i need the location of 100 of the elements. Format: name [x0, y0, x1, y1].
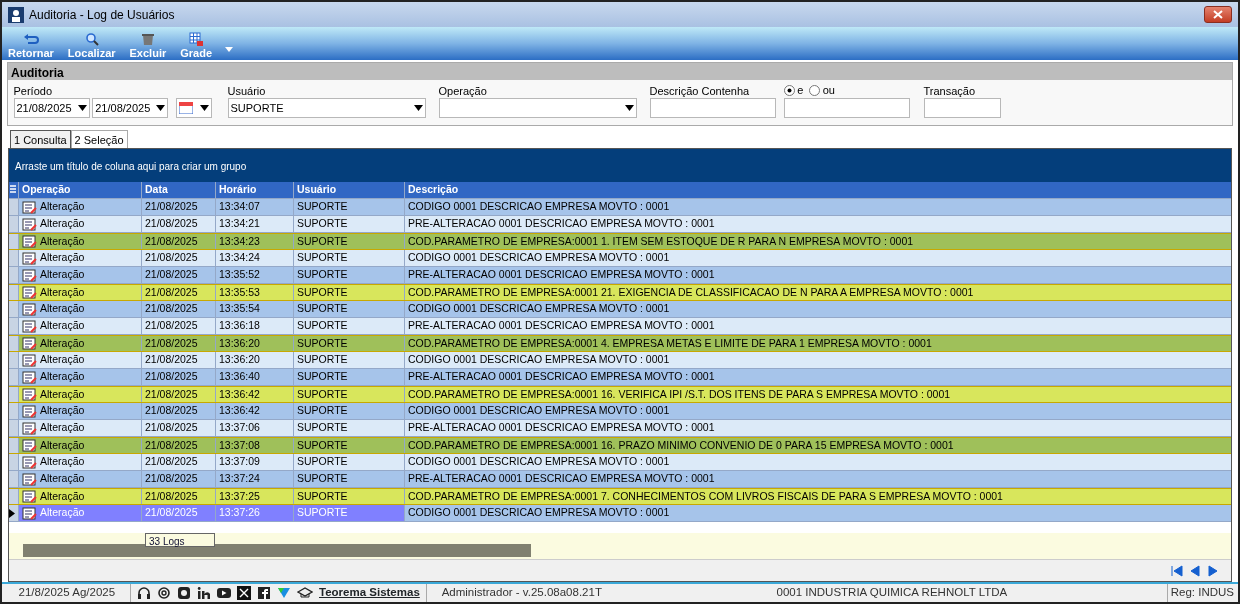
edit-record-icon [22, 286, 37, 299]
table-cell: SUPORTE [294, 285, 405, 300]
table-cell: SUPORTE [294, 403, 405, 419]
operation-dropdown[interactable] [438, 97, 637, 118]
table-cell: 21/08/2025 [142, 369, 216, 385]
table-row[interactable]: Alteração 21/08/2025 13:37:26 SUPORTE CODIGO 0001 DESCRICAO EMPRESA MOVTO : 0001 [9, 505, 1231, 522]
dropdown-arrow-icon [200, 104, 209, 111]
table-row[interactable]: Alteração 21/08/2025 13:35:53 SUPORTE COD.PARAMETRO DE EMPRESA:0001 21. EXIGENCIA DE CLASSIFICACAO DE N PARA A EMPRESA MOVTO : 0001 [9, 284, 1231, 301]
table-cell: 13:37:09 [216, 454, 294, 470]
table-row[interactable]: Alteração 21/08/2025 13:34:21 SUPORTE PRE-ALTERACAO 0001 DESCRICAO EMPRESA MOVTO : 0001 [9, 216, 1231, 233]
table-cell: Alteração [19, 318, 142, 334]
table-row[interactable]: Alteração 21/08/2025 13:35:54 SUPORTE CODIGO 0001 DESCRICAO EMPRESA MOVTO : 0001 [9, 301, 1231, 318]
table-cell: Alteração [19, 387, 142, 402]
table-cell-text: COD.PARAMETRO DE EMPRESA:0001 4. EMPRESA METAS E LIMITE DE PARA 1 EMPRESA MOVTO : 0001 [407, 336, 933, 351]
table-cell: Alteração [19, 471, 142, 487]
graduation-cap-icon[interactable] [297, 586, 313, 600]
table-cell-text: CODIGO 0001 DESCRICAO EMPRESA MOVTO : 0001 [407, 250, 671, 266]
table-row[interactable]: Alteração 21/08/2025 13:35:52 SUPORTE PRE-ALTERACAO 0001 DESCRICAO EMPRESA MOVTO : 0001 [9, 267, 1231, 284]
tab[interactable]: 1 Consulta [10, 130, 71, 148]
edit-record-icon [22, 370, 37, 384]
table-row[interactable]: Alteração 21/08/2025 13:36:40 SUPORTE PRE-ALTERACAO 0001 DESCRICAO EMPRESA MOVTO : 0001 [9, 369, 1231, 386]
table-cell: 21/08/2025 [142, 336, 216, 351]
table-row[interactable]: Alteração 21/08/2025 13:37:24 SUPORTE PRE-ALTERACAO 0001 DESCRICAO EMPRESA MOVTO : 0001 [9, 471, 1231, 488]
row-indicator[interactable] [9, 505, 19, 521]
facebook-icon[interactable] [257, 586, 271, 600]
table-cell: 13:37:26 [216, 505, 294, 521]
table-cell: Alteração [19, 438, 142, 453]
previous-record-icon[interactable] [1189, 564, 1201, 577]
table-row[interactable]: Alteração 21/08/2025 13:37:06 SUPORTE PRE-ALTERACAO 0001 DESCRICAO EMPRESA MOVTO : 0001 [9, 420, 1231, 437]
tab[interactable]: 2 Seleção [70, 130, 128, 148]
close-button[interactable] [1204, 6, 1232, 23]
user-dropdown[interactable]: SUPORTE [227, 97, 426, 118]
first-record-icon[interactable] [1171, 564, 1183, 577]
table-row[interactable]: Alteração 21/08/2025 13:37:09 SUPORTE CODIGO 0001 DESCRICAO EMPRESA MOVTO : 0001 [9, 454, 1231, 471]
radio-button[interactable] [808, 84, 820, 96]
date-field[interactable]: 21/08/2025 [13, 97, 90, 118]
description-field[interactable] [649, 97, 776, 118]
search-icon [83, 32, 100, 47]
toolbar-button[interactable]: Excluir [127, 32, 169, 59]
table-cell-text: PRE-ALTERACAO 0001 DESCRICAO EMPRESA MOVTO : 0001 [407, 267, 716, 283]
description-label: Descrição Contenha [649, 83, 751, 98]
table-row[interactable]: Alteração 21/08/2025 13:34:07 SUPORTE CODIGO 0001 DESCRICAO EMPRESA MOVTO : 0001 [9, 199, 1231, 216]
table-row[interactable]: Alteração 21/08/2025 13:34:24 SUPORTE CODIGO 0001 DESCRICAO EMPRESA MOVTO : 0001 [9, 250, 1231, 267]
table-row[interactable]: Alteração 21/08/2025 13:37:08 SUPORTE COD.PARAMETRO DE EMPRESA:0001 16. PRAZO MINIMO CONVENIO DE 0 PARA 15 EMPRESA MOVTO : 0001 [9, 437, 1231, 454]
table-cell: 21/08/2025 [142, 267, 216, 283]
toolbar-button[interactable]: Retornar [6, 32, 56, 59]
period-label: Período [13, 83, 54, 98]
column-header[interactable]: Descrição [405, 182, 1231, 198]
column-chooser-icon[interactable] [9, 185, 17, 195]
table-cell: 13:36:42 [216, 387, 294, 402]
linkedin-icon[interactable] [197, 586, 211, 600]
table-cell: 13:34:21 [216, 216, 294, 232]
table-row[interactable]: Alteração 21/08/2025 13:36:42 SUPORTE CODIGO 0001 DESCRICAO EMPRESA MOVTO : 0001 [9, 403, 1231, 420]
table-cell: 13:36:20 [216, 352, 294, 368]
table-cell: SUPORTE [294, 489, 405, 504]
table-cell: Alteração [19, 250, 142, 266]
table-cell: 13:36:20 [216, 336, 294, 351]
table-cell: SUPORTE [294, 369, 405, 385]
panel-title: Auditoria [8, 63, 1232, 80]
edit-record-icon [22, 455, 37, 469]
table-row[interactable]: Alteração 21/08/2025 13:36:18 SUPORTE PRE-ALTERACAO 0001 DESCRICAO EMPRESA MOVTO : 0001 [9, 318, 1231, 335]
table-cell: SUPORTE [294, 352, 405, 368]
table-cell: 13:37:06 [216, 420, 294, 436]
website-link[interactable]: Teorema Sistemas [319, 584, 420, 602]
table-cell: 21/08/2025 [142, 403, 216, 419]
toolbar-button[interactable]: Localizar [65, 32, 118, 59]
edit-record-icon [22, 235, 37, 248]
table-cell-text: PRE-ALTERACAO 0001 DESCRICAO EMPRESA MOVTO : 0001 [407, 216, 716, 232]
table-row[interactable]: Alteração 21/08/2025 13:36:42 SUPORTE COD.PARAMETRO DE EMPRESA:0001 16. VERIFICA IPI /S.T. DOS ITENS DE PARA S EMPRESA MOVTO : 0001 [9, 386, 1231, 403]
toolbar-button[interactable]: Grade [178, 32, 214, 59]
edit-record-icon [22, 319, 37, 333]
instagram-icon[interactable] [177, 586, 191, 600]
column-header[interactable]: Usuário [294, 182, 405, 198]
column-header[interactable]: Horário [216, 182, 294, 198]
table-cell-text: COD.PARAMETRO DE EMPRESA:0001 7. CONHECIMENTOS COM LIVROS FISCAIS DE PARA S EMPRESA MOVTO : 0001 [407, 489, 1004, 504]
column-header[interactable]: Data [142, 182, 216, 198]
x-logo-icon[interactable] [237, 586, 251, 600]
edit-record-icon [22, 439, 37, 452]
radio-label[interactable]: e [797, 82, 804, 99]
logo-icon[interactable] [277, 586, 291, 600]
radio-button[interactable] [783, 84, 795, 96]
video-play-icon[interactable] [217, 586, 231, 600]
description-field[interactable] [783, 97, 910, 118]
date-field[interactable]: 21/08/2025 [92, 97, 169, 118]
table-row[interactable]: Alteração 21/08/2025 13:37:25 SUPORTE COD.PARAMETRO DE EMPRESA:0001 7. CONHECIMENTOS COM LIVROS FISCAIS DE PARA S EMPRESA MOVTO : 0001 [9, 488, 1231, 505]
column-header[interactable]: Operação [19, 182, 142, 198]
table-row[interactable]: Alteração 21/08/2025 13:36:20 SUPORTE CODIGO 0001 DESCRICAO EMPRESA MOVTO : 0001 [9, 352, 1231, 369]
radio-label[interactable]: ou [822, 82, 835, 99]
dropdown-arrow-icon [77, 104, 87, 111]
headset-icon[interactable] [137, 586, 151, 600]
table-row[interactable]: Alteração 21/08/2025 13:36:20 SUPORTE COD.PARAMETRO DE EMPRESA:0001 4. EMPRESA METAS E LIMITE DE PARA 1 EMPRESA MOVTO : 0001 [9, 335, 1231, 352]
table-row[interactable]: Alteração 21/08/2025 13:34:23 SUPORTE COD.PARAMETRO DE EMPRESA:0001 1. ITEM SEM ESTOQUE DE R PARA N EMPRESA MOVTO : 0001 [9, 233, 1231, 250]
edit-record-icon [22, 268, 37, 282]
table-cell: 13:34:24 [216, 250, 294, 266]
next-record-icon[interactable] [1207, 564, 1219, 577]
transaction-field[interactable] [923, 97, 1001, 118]
edit-record-icon [22, 302, 37, 316]
calendar-dropdown[interactable] [176, 97, 212, 118]
grid-icon [188, 32, 205, 47]
table-cell: SUPORTE [294, 199, 405, 215]
